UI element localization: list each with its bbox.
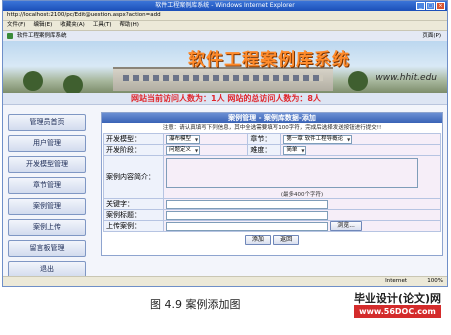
sidebar-item-dev-models[interactable]: 开发模型管理 xyxy=(8,156,86,173)
zoom-level[interactable]: 100% xyxy=(427,277,443,286)
sidebar-item-users[interactable]: 用户管理 xyxy=(8,135,86,152)
form-notice: 注意：请认真填写下列信息，其中全选需要填写100字符，完成后选择发送按钮进行提交… xyxy=(162,125,382,131)
case-title-input[interactable] xyxy=(166,210,328,220)
window-controls: _ □ × xyxy=(416,2,445,10)
add-button[interactable]: 添加 xyxy=(244,235,271,245)
intro-label: 案例内容简介： xyxy=(103,155,164,199)
difficulty-select[interactable]: 简单 xyxy=(283,145,307,155)
chapter-select[interactable]: 第一章 软件工程导概论 xyxy=(283,134,353,144)
maximize-icon[interactable]: □ xyxy=(426,2,435,10)
internet-zone: Internet xyxy=(385,278,407,284)
sidebar-item-message-board[interactable]: 留言板管理 xyxy=(8,240,86,257)
upload-cell: 浏览... xyxy=(163,220,441,232)
menu-file[interactable]: 文件(F) xyxy=(7,21,25,30)
stage-cell: 问题定义 xyxy=(162,144,249,156)
back-button[interactable]: 返回 xyxy=(273,235,300,245)
case-add-panel: 案例管理 - 案例库数据-添加 注意：请认真填写下列信息，其中全选需要填写100… xyxy=(101,112,443,256)
sidebar-item-chapters[interactable]: 章节管理 xyxy=(8,177,86,194)
intro-textarea[interactable] xyxy=(166,158,418,188)
model-cell: 瀑布模型 xyxy=(162,133,249,145)
case-title-cell xyxy=(163,209,441,221)
panel-header: 案例管理 - 案例库数据-添加 xyxy=(102,113,442,123)
model-select[interactable]: 瀑布模型 xyxy=(166,134,201,144)
site-banner: 软件工程案例库系统 www.hhit.edu xyxy=(3,41,447,97)
case-form: 开发模型： 瀑布模型 章节： 第一章 软件工程导概论 开发阶段： 问题定义 难度… xyxy=(103,133,441,232)
admin-sidebar: 管理员首页 用户管理 开发模型管理 章节管理 案例管理 案例上传 留言板管理 退… xyxy=(8,114,86,282)
visitor-marquee: 网站当前访问人数为：1人 网站的总访问人数为：8人 xyxy=(3,93,447,105)
site-title: 软件工程案例库系统 xyxy=(188,50,350,70)
status-bar: Internet 100% xyxy=(3,276,447,286)
sidebar-item-admin-home[interactable]: 管理员首页 xyxy=(8,114,86,131)
tab-title[interactable]: 软件工程案例库系统 xyxy=(17,31,67,41)
menu-bar: 文件(F) 编辑(E) 收藏夹(A) 工具(T) 帮助(H) xyxy=(3,21,447,31)
watermark-title: 毕业设计(论文)网 xyxy=(353,292,441,305)
address-url[interactable]: http://localhost:2100/pc/Edit@uestion.as… xyxy=(7,12,161,18)
chapter-cell: 第一章 软件工程导概论 xyxy=(280,133,441,145)
close-icon[interactable]: × xyxy=(436,2,445,10)
chapter-label: 章节： xyxy=(247,133,282,145)
sidebar-item-case-upload[interactable]: 案例上传 xyxy=(8,219,86,236)
upload-path-input[interactable] xyxy=(166,221,328,231)
menu-edit[interactable]: 编辑(E) xyxy=(33,21,52,30)
title-bar: 软件工程案例库系统 - Windows Internet Explorer _ … xyxy=(3,1,447,11)
tree-image xyxy=(23,71,43,91)
menu-favorites[interactable]: 收藏夹(A) xyxy=(60,21,85,30)
upload-label: 上传案例： xyxy=(103,220,164,232)
page-menu[interactable]: 页面(P) xyxy=(422,31,441,41)
intro-hint: (最多400个字符) xyxy=(280,192,324,198)
form-actions: 添加 返回 xyxy=(102,235,442,245)
stage-select[interactable]: 问题定义 xyxy=(166,145,201,155)
model-label: 开发模型： xyxy=(103,133,164,145)
browser-window: 软件工程案例库系统 - Windows Internet Explorer _ … xyxy=(2,0,448,287)
menu-tools[interactable]: 工具(T) xyxy=(93,21,112,30)
watermark-badge: 毕业设计(论文)网 www.56DOC.com xyxy=(353,292,441,318)
keyword-label: 关键字： xyxy=(103,198,164,210)
difficulty-cell: 简单 xyxy=(280,144,441,156)
tree-image xyxy=(348,71,368,91)
sidebar-item-cases[interactable]: 案例管理 xyxy=(8,198,86,215)
keyword-input[interactable] xyxy=(166,199,328,209)
browse-button[interactable]: 浏览... xyxy=(330,221,362,231)
address-bar[interactable]: http://localhost:2100/pc/Edit@uestion.as… xyxy=(3,11,447,21)
site-url: www.hhit.edu xyxy=(375,73,437,83)
building-image xyxy=(113,67,333,91)
stage-label: 开发阶段： xyxy=(103,144,164,156)
figure-caption: 图 4.9 案例添加图 xyxy=(150,298,241,311)
difficulty-label: 难度： xyxy=(247,144,282,156)
visitor-count-text: 网站当前访问人数为：1人 网站的总访问人数为：8人 xyxy=(131,94,321,103)
case-title-label: 案例标题： xyxy=(103,209,164,221)
menu-help[interactable]: 帮助(H) xyxy=(119,21,138,30)
watermark-url: www.56DOC.com xyxy=(353,305,441,318)
intro-cell: (最多400个字符) xyxy=(163,155,441,199)
favicon-icon xyxy=(7,33,13,39)
minimize-icon[interactable]: _ xyxy=(416,2,425,10)
window-title: 软件工程案例库系统 - Windows Internet Explorer xyxy=(155,2,295,9)
keyword-cell xyxy=(163,198,441,210)
tree-image xyxy=(63,75,83,95)
